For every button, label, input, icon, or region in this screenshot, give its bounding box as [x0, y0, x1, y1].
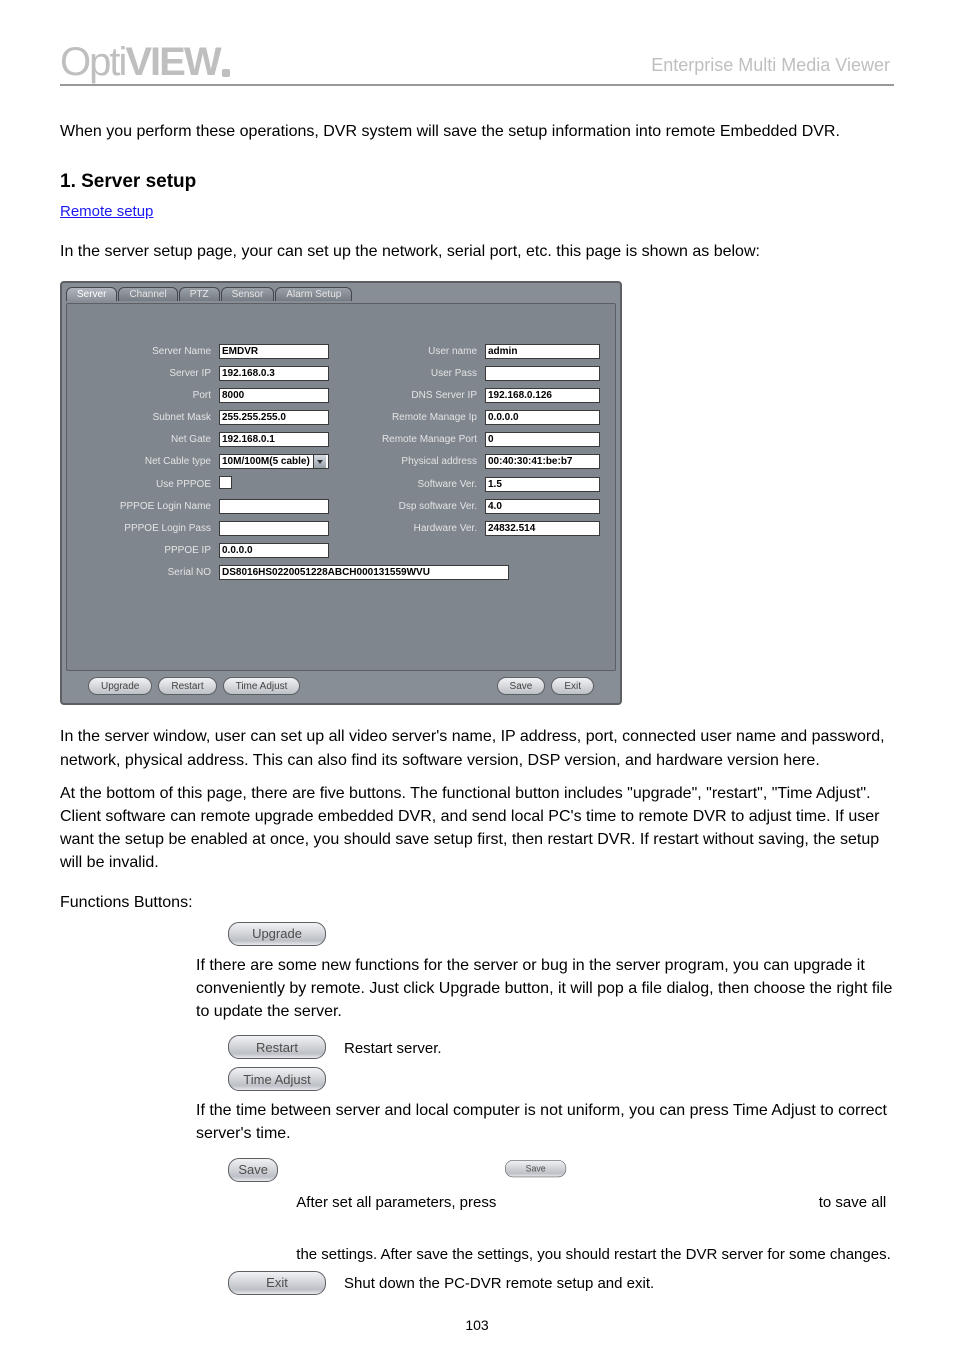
label-hardware-ver: Hardware Ver.: [337, 523, 477, 534]
exit-button-ss[interactable]: Exit: [551, 677, 594, 695]
page-number: 103: [465, 1317, 488, 1333]
input-dsp-software-ver: [485, 499, 600, 514]
input-dns[interactable]: [485, 388, 600, 403]
label-pppoe-login-name: PPPOE Login Name: [81, 501, 211, 512]
input-pppoe-login-name[interactable]: [219, 499, 329, 514]
label-dns: DNS Server IP: [337, 390, 477, 401]
label-software-ver: Software Ver.: [337, 479, 477, 490]
logo-b: VIEW: [125, 40, 219, 84]
input-remote-manage-ip[interactable]: [485, 410, 600, 425]
tab-channel[interactable]: Channel: [118, 287, 177, 301]
restart-button: Restart: [228, 1035, 326, 1059]
upgrade-description: If there are some new functions for the …: [196, 954, 894, 1024]
tab-ptz[interactable]: PTZ: [179, 287, 220, 301]
label-user-pass: User Pass: [337, 368, 477, 379]
functions-buttons-heading: Functions Buttons:: [60, 891, 894, 914]
save-button: Save: [228, 1158, 278, 1182]
label-net-gate: Net Gate: [81, 434, 211, 445]
intro-paragraph-3: In the server window, user can set up al…: [60, 725, 894, 771]
restart-description: Restart server.: [344, 1038, 442, 1057]
intro-paragraph-2: In the server setup page, your can set u…: [60, 240, 894, 263]
tab-alarm-setup[interactable]: Alarm Setup: [275, 287, 352, 301]
label-use-pppoe: Use PPPOE: [81, 479, 211, 490]
tab-server[interactable]: Server: [66, 287, 117, 301]
section-title: 1. Server setup: [60, 171, 894, 193]
label-remote-manage-port: Remote Manage Port: [337, 434, 477, 445]
input-net-gate[interactable]: [219, 432, 329, 447]
exit-description: Shut down the PC-DVR remote setup and ex…: [344, 1273, 654, 1292]
input-user-name[interactable]: [485, 344, 600, 359]
upgrade-button-ss[interactable]: Upgrade: [88, 677, 152, 695]
input-remote-manage-port[interactable]: [485, 432, 600, 447]
label-subnet-mask: Subnet Mask: [81, 412, 211, 423]
save-button-ss[interactable]: Save: [497, 677, 546, 695]
input-server-ip[interactable]: [219, 366, 329, 381]
label-remote-manage-ip: Remote Manage Ip: [337, 412, 477, 423]
select-net-cable-type-value: 10M/100M(5 cable): [222, 456, 310, 467]
input-user-pass[interactable]: [485, 366, 600, 381]
label-user-name: User name: [337, 346, 477, 357]
time-adjust-description: If the time between server and local com…: [196, 1099, 894, 1145]
server-setup-screenshot: Server Channel PTZ Sensor Alarm Setup Se…: [60, 281, 622, 705]
time-adjust-button-ss[interactable]: Time Adjust: [223, 677, 301, 695]
label-server-name: Server Name: [81, 346, 211, 357]
exit-button: Exit: [228, 1271, 326, 1295]
input-server-name[interactable]: [219, 344, 329, 359]
label-dsp-software-ver: Dsp software Ver.: [337, 501, 477, 512]
input-physical-address[interactable]: [485, 454, 600, 469]
input-hardware-ver: [485, 521, 600, 536]
tab-sensor[interactable]: Sensor: [221, 287, 275, 301]
select-net-cable-type[interactable]: 10M/100M(5 cable): [219, 454, 329, 469]
label-net-cable-type: Net Cable type: [81, 456, 211, 467]
input-pppoe-ip[interactable]: [219, 543, 329, 558]
logo-dot: [222, 69, 230, 77]
input-port[interactable]: [219, 388, 329, 403]
label-physical-address: Physical address: [337, 456, 477, 467]
restart-button-ss[interactable]: Restart: [158, 677, 216, 695]
upgrade-button: Upgrade: [228, 922, 326, 946]
chevron-down-icon: [313, 455, 326, 468]
time-adjust-button: Time Adjust: [228, 1067, 326, 1091]
input-software-ver: [485, 477, 600, 492]
checkbox-use-pppoe[interactable]: [219, 476, 232, 489]
save-description-a: After set all parameters, press: [296, 1194, 496, 1211]
label-port: Port: [81, 390, 211, 401]
intro-paragraph-1: When you perform these operations, DVR s…: [60, 120, 894, 143]
input-subnet-mask[interactable]: [219, 410, 329, 425]
label-serial-no: Serial NO: [81, 567, 211, 578]
label-pppoe-ip: PPPOE IP: [81, 545, 211, 556]
label-server-ip: Server IP: [81, 368, 211, 379]
logo-a: Opti: [60, 40, 125, 84]
save-button-inline: Save: [505, 1160, 566, 1177]
input-pppoe-login-pass[interactable]: [219, 521, 329, 536]
label-pppoe-login-pass: PPPOE Login Pass: [81, 523, 211, 534]
subsection-link: Remote setup: [60, 203, 894, 220]
after-paragraph: At the bottom of this page, there are fi…: [60, 782, 894, 875]
input-serial-no: [219, 565, 509, 580]
